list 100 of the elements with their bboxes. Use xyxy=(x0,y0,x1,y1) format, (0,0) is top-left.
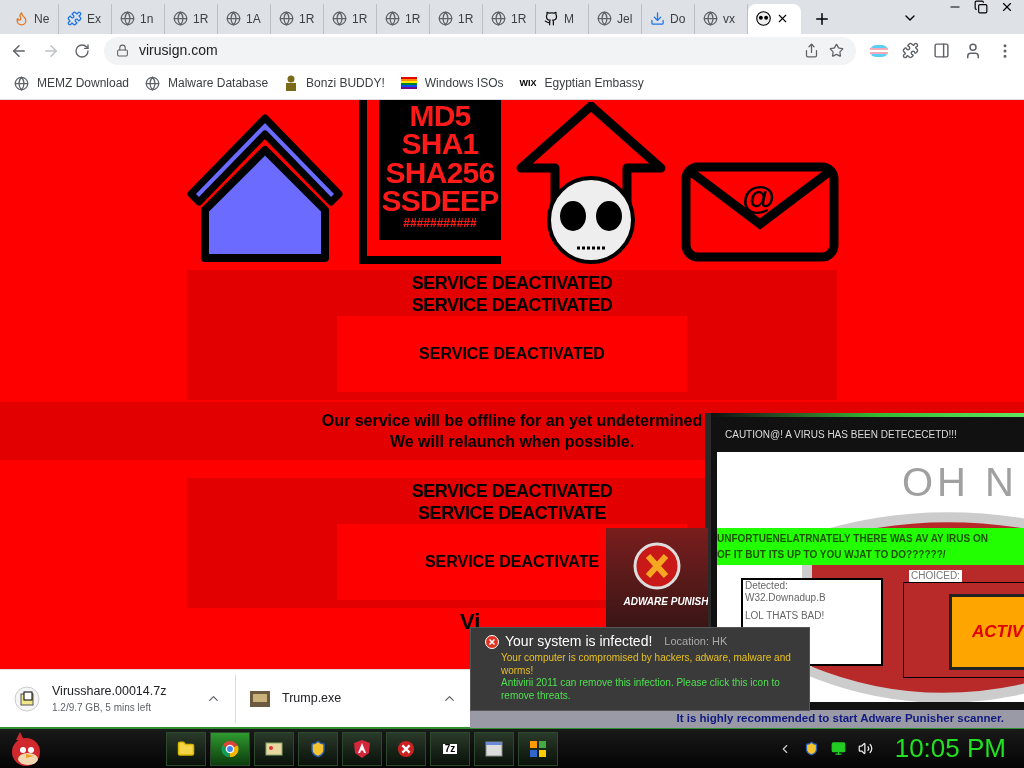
taskbar-button[interactable] xyxy=(254,731,294,766)
browser-tab[interactable]: Ne xyxy=(6,3,59,34)
browser-tab[interactable]: Ex xyxy=(59,3,112,34)
url-text: virusign.com xyxy=(139,41,219,61)
extensions-icon[interactable] xyxy=(902,42,919,60)
taskbar-button[interactable] xyxy=(386,731,426,766)
tab-title: 1R xyxy=(458,10,474,28)
browser-tab[interactable]: Do xyxy=(642,3,695,34)
browser-tab[interactable]: 1R xyxy=(430,3,483,34)
angular-icon xyxy=(354,739,370,758)
download-icon xyxy=(650,11,665,27)
network-icon[interactable] xyxy=(830,741,846,756)
taskbar-button[interactable] xyxy=(474,731,514,766)
tab-title: Ne xyxy=(34,10,50,28)
arrow-skull-icon xyxy=(515,101,667,266)
tab-title: vx xyxy=(723,10,735,28)
x-circle-icon xyxy=(397,739,415,758)
status-heading: SERVICE DEACTIVATED xyxy=(411,271,613,294)
lock-icon xyxy=(116,44,129,58)
bookmark-label: Egyptian Embassy xyxy=(544,75,644,93)
flame-icon xyxy=(14,11,29,27)
taskbar-button[interactable]: 7z xyxy=(430,731,470,766)
taskbar-button[interactable] xyxy=(518,731,558,766)
share-icon[interactable] xyxy=(804,43,819,59)
side-panel-icon[interactable] xyxy=(933,42,950,60)
browser-tab[interactable]: 1R xyxy=(271,3,324,34)
bookmark[interactable]: MEMZ Download xyxy=(14,74,130,93)
globe-icon xyxy=(120,11,135,27)
hash-label: SSDEEP xyxy=(381,187,499,216)
bookmark[interactable]: Bonzi BUDDY! xyxy=(284,74,385,93)
browser-tab[interactable]: 1A xyxy=(218,3,271,34)
notification-title: Your system is infected! xyxy=(505,632,653,651)
download-status: 1.2/9.7 GB, 5 mins left xyxy=(52,701,152,716)
browser-tab[interactable]: 1n xyxy=(112,3,165,34)
hash-label: ########### xyxy=(403,217,477,230)
globe-icon xyxy=(279,11,294,27)
globe-icon xyxy=(332,11,347,27)
close-icon[interactable] xyxy=(1000,0,1014,14)
tab-title: Ex xyxy=(87,10,101,28)
tab-title: M xyxy=(564,10,574,28)
chrome-icon xyxy=(221,739,239,758)
star-icon[interactable] xyxy=(829,43,844,59)
status-heading: SERVICE DEACTIVATE xyxy=(424,551,600,572)
status-heading: SERVICE DEACTIVATE xyxy=(418,501,606,524)
folder-icon xyxy=(177,739,195,758)
error-icon xyxy=(485,634,499,649)
browser-tab[interactable]: 1R xyxy=(324,3,377,34)
cat-icon xyxy=(544,11,559,27)
tab-title: 1R xyxy=(193,10,209,28)
file-name: Trump.exe xyxy=(282,690,343,708)
envelope-icon xyxy=(681,161,839,262)
file-name: Virusshare.00014.7z xyxy=(52,682,168,700)
rainbow-flag-icon xyxy=(400,76,417,91)
bookmark[interactable]: Windows ISOs xyxy=(400,74,504,93)
address-bar[interactable]: virusign.com xyxy=(104,36,856,65)
file-thumbnail-icon xyxy=(250,690,270,707)
bookmark[interactable]: Malware Database xyxy=(145,74,269,93)
window-icon xyxy=(485,740,503,757)
restore-icon[interactable] xyxy=(974,0,988,14)
browser-tab[interactable] xyxy=(748,3,801,34)
globe-icon xyxy=(438,11,453,27)
bookmark-label: Bonzi BUDDY! xyxy=(306,75,385,93)
globe-icon xyxy=(703,11,718,27)
profile-icon[interactable] xyxy=(964,41,982,60)
bookmark[interactable]: WIX Egyptian Embassy xyxy=(519,74,644,93)
browser-tab[interactable]: 1R xyxy=(377,3,430,34)
detection-comment: LOL THATS BAD! xyxy=(745,610,826,622)
notification-text: Your computer is compromised by hackers, adware, malware and worms! xyxy=(500,652,792,677)
bookmark-label: Malware Database xyxy=(168,75,269,93)
browser-tab[interactable]: Jel xyxy=(589,3,642,34)
notification-text: Antivirii 2011 can remove this infection. Please click this icon to remove threats. xyxy=(500,677,781,702)
status-heading: SERVICE DEACTIVATED xyxy=(411,293,613,316)
shield-icon[interactable] xyxy=(803,741,819,756)
app-logo: 7z xyxy=(442,743,458,754)
banner-text: OF IT BUT ITS UP TO YOU WJAT TO DO??????/ xyxy=(717,547,947,562)
skull-icon xyxy=(756,11,771,27)
threat-name: W32.Downadup.B xyxy=(745,592,827,604)
x-logo-icon xyxy=(633,542,681,590)
globe-icon xyxy=(597,11,612,27)
taskbar-button[interactable] xyxy=(166,731,206,766)
status-heading: SERVICE DEACTIVATED xyxy=(411,479,613,502)
browser-tab[interactable]: 1R xyxy=(165,3,218,34)
taskbar-button[interactable] xyxy=(210,731,250,766)
volume-icon[interactable] xyxy=(857,741,873,756)
tab-title: 1R xyxy=(299,10,315,28)
globe-icon xyxy=(173,11,188,27)
clock: 10:05 PM xyxy=(894,732,1006,765)
hash-label: SHA256 xyxy=(385,158,495,188)
download-item[interactable]: Virusshare.00014.7z 1.2/9.7 GB, 5 mins left xyxy=(0,674,236,723)
notification-popup[interactable]: Your system is infected! Location: HK Your computer is compromised by hackers, adware, malware and worms! Antivirii 2011 can remove this infection. Please click this icon to remove threats. xyxy=(470,627,810,711)
browser-tab[interactable]: M xyxy=(536,3,589,34)
reload-icon[interactable] xyxy=(74,42,90,59)
figure-icon xyxy=(284,75,299,92)
shield-icon xyxy=(309,739,327,758)
taskbar-button[interactable] xyxy=(298,731,338,766)
location-text: Location: HK xyxy=(664,634,728,650)
detected-label: Detected: xyxy=(745,580,789,592)
taskbar-button[interactable] xyxy=(342,731,382,766)
browser-tab[interactable]: 1R xyxy=(483,3,536,34)
banner-text: UNFORTUENELATRNATELY THERE WAS AV AY IRUS ON xyxy=(717,531,989,546)
